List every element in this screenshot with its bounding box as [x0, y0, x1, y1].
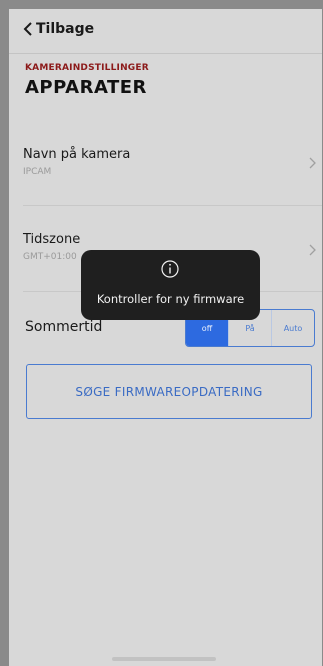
page-title: APPARATER	[25, 77, 147, 98]
section-label: KAMERAINDSTILLINGER	[25, 63, 149, 73]
divider	[23, 205, 322, 206]
camera-name-row[interactable]: Navn på kamera IPCAM	[9, 139, 322, 209]
timezone-label: Tidszone	[23, 232, 81, 247]
info-icon	[161, 260, 179, 278]
home-indicator	[112, 657, 216, 661]
firmware-update-button[interactable]: SØGE FIRMWAREOPDATERING	[26, 364, 312, 419]
dst-label: Sommertid	[25, 319, 103, 335]
back-button[interactable]: Tilbage	[23, 21, 94, 37]
back-label: Tilbage	[36, 21, 95, 37]
chevron-right-icon	[309, 244, 316, 256]
camera-name-value: IPCAM	[23, 167, 52, 177]
toast-message: Kontroller for ny firmware	[96, 292, 245, 306]
timezone-value: GMT+01:00	[23, 252, 77, 262]
camera-name-label: Navn på kamera	[23, 147, 131, 162]
settings-screen: Tilbage KAMERAINDSTILLINGER APPARATER Na…	[9, 9, 322, 666]
nav-bar: Tilbage	[9, 9, 322, 54]
dst-option-auto[interactable]: Auto	[272, 310, 314, 346]
toast: Kontroller for ny firmware	[81, 250, 260, 320]
chevron-right-icon	[309, 157, 316, 169]
chevron-left-icon	[23, 22, 32, 36]
